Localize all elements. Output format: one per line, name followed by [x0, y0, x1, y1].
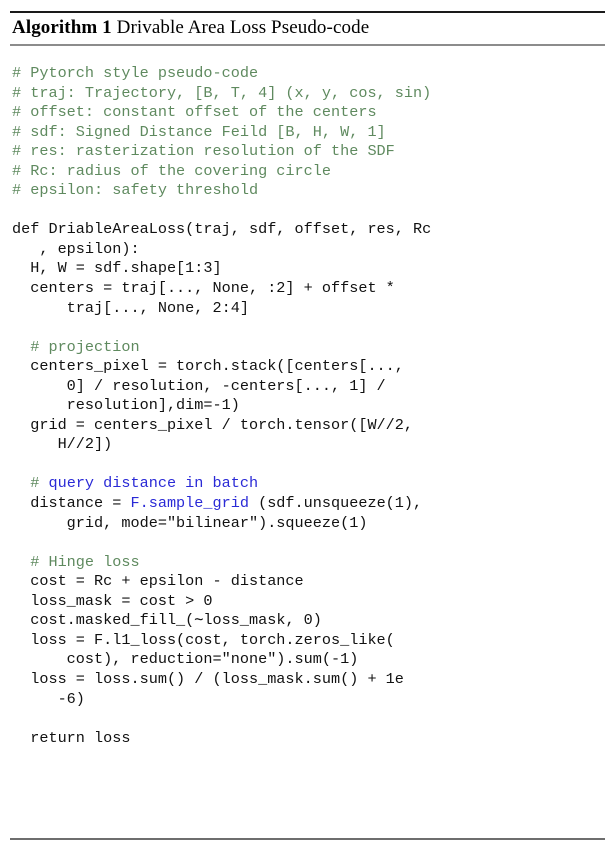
pseudocode-listing: # Pytorch style pseudo-code # traj: Traje…: [12, 64, 612, 748]
code-line: # traj: Trajectory, [B, T, 4] (x, y, cos…: [12, 84, 612, 104]
code-line: def DriableAreaLoss(traj, sdf, offset, r…: [12, 220, 612, 240]
code-text: H, W = sdf.shape[1:3]: [12, 259, 222, 278]
code-line: resolution],dim=-1): [12, 396, 612, 416]
code-text: centers = traj[..., None, :2] + offset *: [12, 279, 395, 298]
code-text: cost = Rc + epsilon - distance: [12, 572, 304, 591]
code-line: grid = centers_pixel / torch.tensor([W//…: [12, 416, 612, 436]
code-line: # sdf: Signed Distance Feild [B, H, W, 1…: [12, 123, 612, 143]
code-text: loss = F.l1_loss(cost, torch.zeros_like(: [12, 630, 395, 649]
code-line: cost = Rc + epsilon - distance: [12, 572, 612, 592]
code-comment: # epsilon: safety threshold: [12, 181, 259, 200]
code-line: , epsilon):: [12, 240, 612, 260]
code-line: # Pytorch style pseudo-code: [12, 64, 612, 84]
algorithm-figure: Algorithm 1 Drivable Area Loss Pseudo-co…: [0, 0, 615, 850]
code-line: 0] / resolution, -centers[..., 1] /: [12, 377, 612, 397]
code-text: def DriableAreaLoss(traj, sdf, offset, r…: [12, 220, 432, 239]
code-text: distance =: [12, 494, 131, 513]
code-comment: query distance in batch: [39, 474, 259, 493]
code-line: # query distance in batch: [12, 474, 612, 494]
algorithm-caption-rule: [10, 44, 605, 46]
code-line: loss = loss.sum() / (loss_mask.sum() + 1…: [12, 670, 612, 690]
code-line: cost), reduction="none").sum(-1): [12, 650, 612, 670]
code-line: centers = traj[..., None, :2] + offset *: [12, 279, 612, 299]
code-comment: # Hinge loss: [12, 552, 140, 571]
code-text: , epsilon):: [12, 239, 140, 258]
code-comment: # Rc: radius of the covering circle: [12, 161, 331, 180]
code-text: 0] / resolution, -centers[..., 1] /: [12, 376, 386, 395]
algorithm-top-rule: [10, 11, 605, 13]
code-line: centers_pixel = torch.stack([centers[...…: [12, 357, 612, 377]
code-line: # offset: constant offset of the centers: [12, 103, 612, 123]
code-line: distance = F.sample_grid (sdf.unsqueeze(…: [12, 494, 612, 514]
code-text: H//2]): [12, 435, 113, 454]
code-text: cost.masked_fill_(∼loss_mask, 0): [12, 611, 322, 630]
code-line: H, W = sdf.shape[1:3]: [12, 259, 612, 279]
code-line: # epsilon: safety threshold: [12, 181, 612, 201]
code-line: traj[..., None, 2:4]: [12, 299, 612, 319]
code-text: return loss: [12, 728, 131, 747]
code-comment: # res: rasterization resolution of the S…: [12, 142, 395, 161]
code-text: loss = loss.sum() / (loss_mask.sum() + 1…: [12, 669, 404, 688]
code-comment: # Pytorch style pseudo-code: [12, 64, 259, 82]
code-text: grid = centers_pixel / torch.tensor([W//…: [12, 415, 414, 434]
algorithm-title-text: Drivable Area Loss Pseudo-code: [116, 17, 370, 38]
code-line: return loss: [12, 729, 612, 749]
code-comment: # traj: Trajectory, [B, T, 4] (x, y, cos…: [12, 83, 432, 102]
code-comment: # offset: constant offset of the centers: [12, 103, 377, 122]
code-line: H//2]): [12, 435, 612, 455]
code-line: # projection: [12, 338, 612, 358]
algorithm-number-label: Algorithm 1: [12, 17, 112, 38]
code-line: loss = F.l1_loss(cost, torch.zeros_like(: [12, 631, 612, 651]
algorithm-bottom-rule: [10, 838, 605, 840]
code-text: loss_mask = cost > 0: [12, 591, 213, 610]
code-line: cost.masked_fill_(∼loss_mask, 0): [12, 611, 612, 631]
code-line: # res: rasterization resolution of the S…: [12, 142, 612, 162]
code-text: grid, mode="bilinear").squeeze(1): [12, 513, 368, 532]
code-text: traj[..., None, 2:4]: [12, 298, 249, 317]
code-text: centers_pixel = torch.stack([centers[...…: [12, 357, 404, 376]
code-line: # Rc: radius of the covering circle: [12, 162, 612, 182]
code-comment: # sdf: Signed Distance Feild [B, H, W, 1…: [12, 122, 386, 141]
code-line: grid, mode="bilinear").squeeze(1): [12, 514, 612, 534]
code-function-name: F.sample_grid: [130, 494, 249, 513]
algorithm-title: Drivable Area Loss Pseudo-code: [112, 17, 369, 38]
code-text: resolution],dim=-1): [12, 396, 240, 415]
code-line: # Hinge loss: [12, 553, 612, 573]
code-text: -6): [12, 689, 85, 708]
code-line: -6): [12, 690, 612, 710]
code-comment: # projection: [12, 337, 140, 356]
code-text: (sdf.unsqueeze(1),: [248, 494, 423, 513]
code-comment-hash: #: [30, 474, 40, 493]
algorithm-caption: Algorithm 1 Drivable Area Loss Pseudo-co…: [12, 15, 369, 41]
code-text: cost), reduction="none").sum(-1): [12, 650, 359, 669]
code-line: loss_mask = cost > 0: [12, 592, 612, 612]
